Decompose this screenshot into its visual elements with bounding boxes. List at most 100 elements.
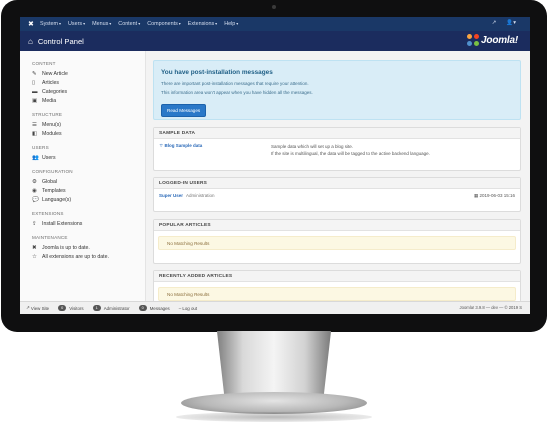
menu-components-label: Components	[147, 21, 178, 27]
sidebar-item-label: Categories	[42, 88, 68, 95]
sidebar-item-modules[interactable]: ◧ Modules	[32, 129, 145, 138]
menu-users[interactable]: Users▾	[68, 21, 85, 27]
file-icon: ▯	[32, 79, 36, 86]
sidebar-item-label: Templates	[42, 187, 66, 194]
sidebar-item-label: Global	[42, 178, 57, 185]
caret-down-icon: ▾	[138, 21, 141, 26]
home-icon: ⌂	[28, 36, 33, 46]
sidebar-item-categories[interactable]: ▬ Categories	[32, 87, 145, 96]
menu-system[interactable]: System▾	[40, 21, 61, 27]
sample-desc-line: If the site is multilingual, the data wi…	[271, 151, 430, 156]
caret-down-icon: ▾	[178, 21, 181, 26]
no-results-message: No Matching Results	[158, 236, 516, 250]
sidebar-item-label: Install Extensions	[42, 220, 83, 227]
sidebar-item-media[interactable]: ▣ Media	[32, 96, 145, 105]
administrators-indicator[interactable]: 1 Administrator	[92, 305, 130, 311]
monitor-stand-base	[181, 392, 367, 414]
sample-data-row: ⌔ Blog Sample data Sample data which wil…	[154, 139, 520, 161]
visitors-indicator[interactable]: 0 Visitors	[58, 305, 84, 311]
sidebar-item-label: All extensions are up to date.	[42, 253, 109, 260]
sidebar-item-label: Modules	[42, 130, 62, 137]
joomla-mark-icon	[467, 34, 480, 46]
admins-label: Administrator	[103, 305, 130, 311]
monitor-bezel: ✖ System▾ Users▾ Menus▾ Content▾ Compone…	[1, 0, 547, 332]
sample-data-description: Sample data which will set up a blog sit…	[271, 143, 430, 157]
sidebar-item-install-extensions[interactable]: ⇪ Install Extensions	[32, 219, 145, 228]
menu-menus-label: Menus	[92, 21, 109, 27]
sidebar: CONTENT ✎ New Article ▯ Articles ▬ Categori…	[20, 51, 146, 301]
menu-help[interactable]: Help▾	[224, 21, 238, 27]
sidebar-item-label: Articles	[42, 79, 60, 86]
admins-count-badge: 1	[92, 305, 101, 311]
sidebar-item-users[interactable]: 👥 Users	[32, 153, 145, 162]
folder-icon: ▬	[32, 88, 38, 95]
view-site-link[interactable]: ↗ View Site	[26, 305, 49, 311]
panel-heading: LOGGED-IN USERS	[154, 178, 520, 189]
caret-down-icon: ▾	[58, 21, 61, 26]
star-icon: ☆	[32, 253, 37, 260]
page-header: ⌂ Control Panel Joomla!	[20, 31, 530, 51]
logout-label: Log out	[182, 305, 198, 311]
sample-desc-line: Sample data which will set up a blog sit…	[271, 144, 354, 149]
joomla-brand: Joomla!	[467, 34, 518, 46]
user-name-link[interactable]: Super User	[159, 193, 183, 199]
sidebar-item-new-article[interactable]: ✎ New Article	[32, 69, 145, 78]
monitor-stand-neck	[216, 331, 332, 397]
login-date-text: 2019-06-03 15:16	[479, 193, 515, 198]
menu-content[interactable]: Content▾	[118, 21, 140, 27]
sidebar-item-label: Menu(s)	[42, 121, 62, 128]
menu-menus[interactable]: Menus▾	[92, 21, 111, 27]
screen: ✖ System▾ Users▾ Menus▾ Content▾ Compone…	[20, 17, 530, 314]
alert-title: You have post-installation messages	[161, 69, 273, 76]
sidebar-item-articles[interactable]: ▯ Articles	[32, 78, 145, 87]
no-results-message: No Matching Results	[158, 287, 516, 301]
blog-sample-data-label: Blog Sample data	[164, 143, 203, 148]
visitors-label: Visitors	[69, 305, 84, 311]
sidebar-item-label: Users	[42, 154, 56, 161]
messages-indicator[interactable]: 0 Messages	[138, 305, 170, 311]
sidebar-item-global[interactable]: ⚙ Global	[32, 177, 145, 186]
alert-text: There are important post-installation me…	[161, 81, 309, 86]
sidebar-item-label: Media	[42, 97, 57, 104]
caret-down-icon: ▾	[109, 21, 112, 26]
blog-sample-data-link[interactable]: ⌔ Blog Sample data	[159, 143, 271, 157]
messages-count-badge: 0	[138, 305, 147, 311]
menu-components[interactable]: Components▾	[147, 21, 181, 27]
sidebar-heading-content: CONTENT	[32, 61, 56, 66]
sidebar-item-label: New Article	[42, 70, 68, 77]
menu-extensions[interactable]: Extensions▾	[188, 21, 217, 27]
sidebar-item-templates[interactable]: ◉ Templates	[32, 186, 145, 195]
user-icon[interactable]: 👤▾	[506, 20, 516, 26]
external-link-icon[interactable]: ↗	[492, 20, 497, 26]
sidebar-heading-structure: STRUCTURE	[32, 112, 63, 117]
joomla-icon: ✖	[32, 244, 37, 251]
users-icon: 👥	[32, 154, 39, 161]
post-install-alert: You have post-installation messages Ther…	[153, 60, 521, 120]
stand-shadow	[176, 412, 372, 422]
sidebar-heading-configuration: CONFIGURATION	[32, 169, 73, 174]
panel-heading: SAMPLE DATA	[154, 128, 520, 139]
camera-dot	[272, 5, 276, 9]
visitors-count-badge: 0	[58, 305, 67, 311]
sidebar-item-extensions-up-to-date[interactable]: ☆ All extensions are up to date.	[32, 252, 145, 261]
sidebar-item-joomla-up-to-date[interactable]: ✖ Joomla is up to date.	[32, 243, 145, 252]
eye-icon: ◉	[32, 187, 37, 194]
status-bar: ↗ View Site 0 Visitors 1 Administrator 0 Me…	[20, 301, 530, 314]
joomla-logo-icon[interactable]: ✖	[28, 20, 40, 28]
caret-down-icon: ▾	[236, 21, 239, 26]
menu-extensions-label: Extensions	[187, 21, 215, 27]
sample-data-panel: SAMPLE DATA ⌔ Blog Sample data Sample da…	[153, 127, 521, 171]
sidebar-item-menus[interactable]: ☰ Menu(s)	[32, 120, 145, 129]
menu-users-label: Users	[68, 21, 83, 27]
version-text: Joomla! 3.9.8 — dev — © 2019 S	[459, 305, 522, 310]
brand-text: Joomla!	[481, 34, 518, 46]
read-messages-button[interactable]: Read Messages	[161, 104, 207, 117]
upload-icon: ⇪	[32, 220, 37, 227]
top-menu-bar: ✖ System▾ Users▾ Menus▾ Content▾ Compone…	[20, 17, 530, 31]
sidebar-item-label: Joomla is up to date.	[42, 244, 90, 251]
logout-link[interactable]: – Log out	[179, 306, 197, 311]
sidebar-heading-extensions: EXTENSIONS	[32, 211, 64, 216]
messages-label: Messages	[149, 305, 170, 311]
sidebar-item-languages[interactable]: 💬 Language(s)	[32, 195, 145, 204]
logged-in-user-row: Super User Administration ▦ 2019-06-03 1…	[154, 189, 520, 203]
